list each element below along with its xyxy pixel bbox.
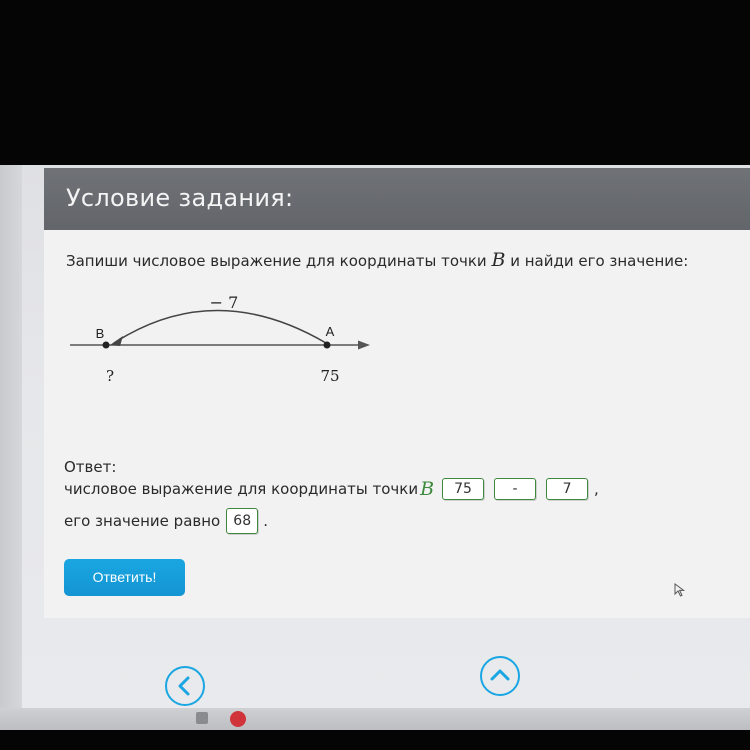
submit-answer-button[interactable]: Ответить! [64, 559, 185, 596]
point-a-label: A [326, 324, 335, 339]
monitor-screen: Условие задания: Запиши числовое выражен… [0, 165, 750, 730]
value-prefix: его значение равно [64, 512, 221, 530]
back-button[interactable] [165, 666, 205, 706]
taskbar-app-icon[interactable] [196, 712, 208, 724]
instruction-variable: B [491, 249, 506, 271]
axis-arrow-head [358, 340, 370, 350]
chevron-up-icon [490, 669, 510, 681]
point-b [102, 341, 110, 349]
taskbar [0, 708, 750, 730]
point-a [323, 341, 331, 349]
value-line: его значение равно 68 . [64, 508, 268, 534]
instruction-text-end: и найди его значение: [505, 252, 689, 270]
expression-line: числовое выражение для координаты точки … [64, 478, 599, 500]
answer-label: Ответ: [64, 458, 117, 476]
mouse-cursor-icon [674, 583, 686, 597]
taskbar-record-icon[interactable] [230, 711, 246, 727]
task-card: Условие задания: Запиши числовое выражен… [44, 168, 750, 618]
number-line-diagram: − 7 B A ? 75 [70, 293, 370, 385]
point-b-label: B [96, 326, 105, 341]
jump-arc [113, 309, 327, 344]
expression-variable: B [420, 478, 435, 500]
point-a-value: 75 [320, 367, 339, 385]
task-instruction: Запиши числовое выражение для координаты… [66, 249, 688, 271]
instruction-text-start: Запиши числовое выражение для координаты… [66, 252, 492, 270]
task-title: Условие задания: [66, 184, 294, 212]
scroll-up-button[interactable] [480, 656, 520, 696]
expression-input-operator[interactable]: - [494, 478, 537, 500]
left-panel-edge [0, 165, 22, 730]
expression-input-first[interactable]: 75 [442, 478, 485, 500]
task-header: Условие задания: [44, 168, 750, 230]
jump-arc-arrowhead [110, 336, 123, 346]
value-input[interactable]: 68 [226, 508, 259, 534]
expression-suffix: , [594, 480, 599, 498]
expression-input-second[interactable]: 7 [546, 478, 589, 500]
expression-prefix: числовое выражение для координаты точки [64, 480, 419, 498]
arc-step-label: − 7 [210, 293, 239, 312]
chevron-left-icon [178, 676, 190, 696]
point-b-value: ? [106, 367, 114, 385]
photo-frame: Условие задания: Запиши числовое выражен… [0, 0, 750, 750]
value-suffix: . [263, 512, 268, 530]
